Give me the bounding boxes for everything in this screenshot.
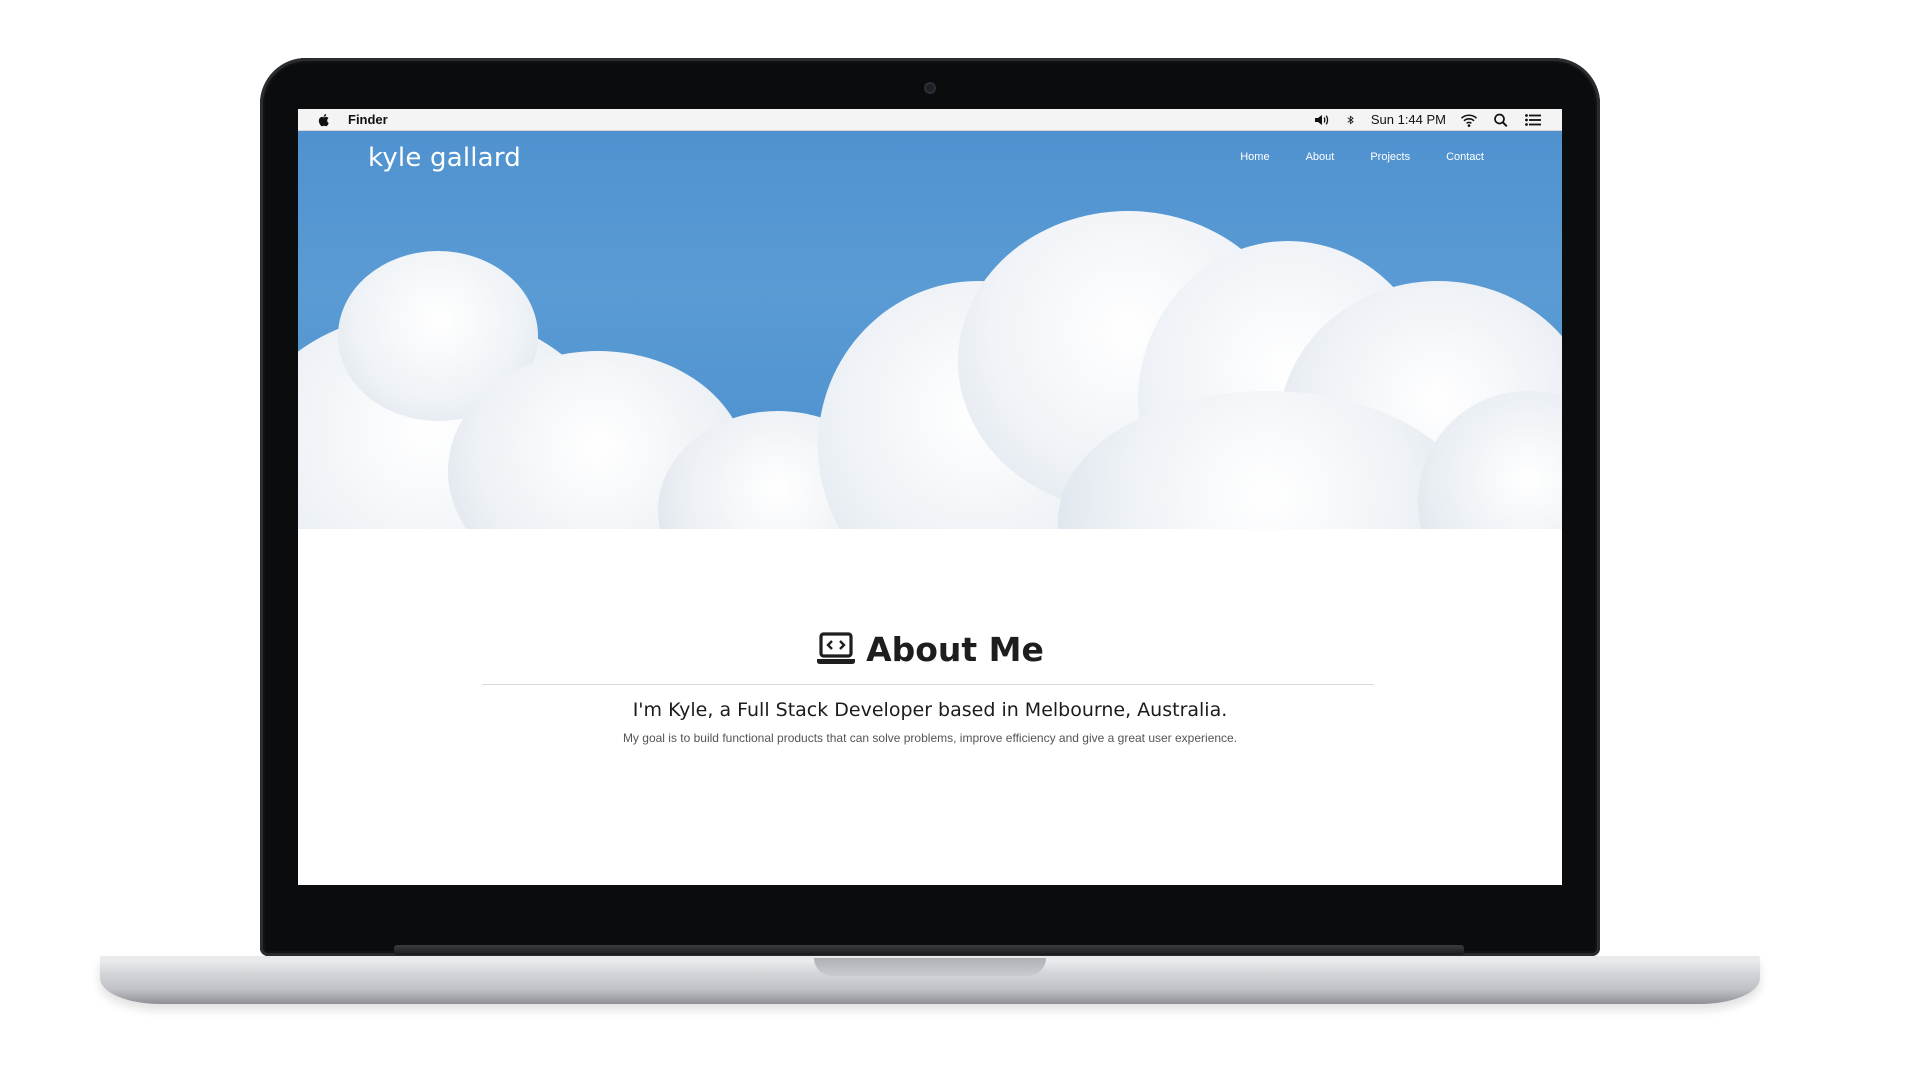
- menu-app-name[interactable]: Finder: [348, 112, 388, 127]
- about-goal: My goal is to build functional products …: [622, 731, 1238, 745]
- wifi-icon[interactable]: [1460, 112, 1478, 128]
- laptop-code-icon: [817, 632, 856, 664]
- apple-icon[interactable]: [316, 112, 332, 128]
- menu-clock[interactable]: Sun 1:44 PM: [1371, 112, 1446, 127]
- hero-sky-banner: kyle gallard Home About Projects Contact: [298, 131, 1562, 529]
- laptop-mockup: Finder Sun 1:44 PM kyle gallard Home Abo…: [0, 0, 1920, 1080]
- nav-home[interactable]: Home: [1240, 151, 1269, 163]
- laptop-screen: Finder Sun 1:44 PM kyle gallard Home Abo…: [298, 109, 1562, 885]
- section-divider: [482, 684, 1374, 685]
- about-heading-row: About Me: [298, 627, 1562, 671]
- bluetooth-icon[interactable]: [1345, 112, 1357, 128]
- laptop-opening-notch: [814, 958, 1046, 976]
- nav-contact[interactable]: Contact: [1446, 151, 1484, 163]
- camera-icon: [924, 82, 936, 94]
- site-brand[interactable]: kyle gallard: [368, 143, 521, 173]
- spotlight-search-icon[interactable]: [1492, 112, 1510, 128]
- site-nav: Home About Projects Contact: [1240, 151, 1484, 163]
- about-intro: I'm Kyle, a Full Stack Developer based i…: [632, 699, 1228, 721]
- laptop-hinge: [394, 945, 1464, 955]
- about-heading: About Me: [866, 629, 1044, 669]
- menu-bar: Finder Sun 1:44 PM: [298, 109, 1562, 131]
- nav-projects[interactable]: Projects: [1370, 151, 1410, 163]
- nav-about[interactable]: About: [1306, 151, 1335, 163]
- notification-list-icon[interactable]: [1524, 112, 1542, 128]
- volume-icon[interactable]: [1313, 112, 1331, 128]
